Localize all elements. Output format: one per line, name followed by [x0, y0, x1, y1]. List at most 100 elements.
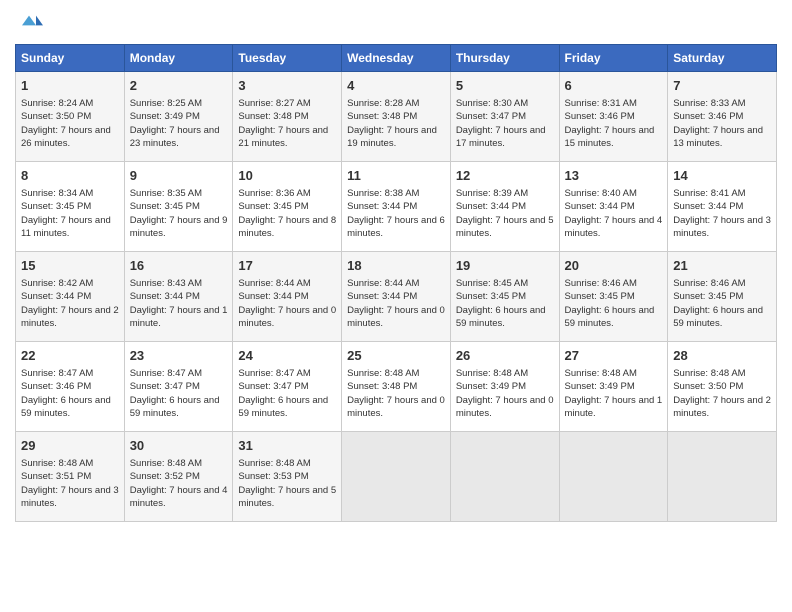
sunset: Sunset: 3:53 PM — [238, 471, 308, 482]
day-cell: 11Sunrise: 8:38 AMSunset: 3:44 PMDayligh… — [342, 162, 451, 252]
sunrise: Sunrise: 8:48 AM — [673, 368, 745, 379]
sunrise: Sunrise: 8:25 AM — [130, 98, 202, 109]
sunset: Sunset: 3:47 PM — [238, 381, 308, 392]
col-header-wednesday: Wednesday — [342, 45, 451, 72]
sunrise: Sunrise: 8:42 AM — [21, 278, 93, 289]
sunrise: Sunrise: 8:48 AM — [21, 458, 93, 469]
sunrise: Sunrise: 8:30 AM — [456, 98, 528, 109]
day-number: 22 — [21, 347, 119, 365]
day-cell: 10Sunrise: 8:36 AMSunset: 3:45 PMDayligh… — [233, 162, 342, 252]
daylight: Daylight: 6 hours and 59 minutes. — [238, 395, 328, 419]
day-number: 20 — [565, 257, 663, 275]
day-cell: 21Sunrise: 8:46 AMSunset: 3:45 PMDayligh… — [668, 252, 777, 342]
sunset: Sunset: 3:52 PM — [130, 471, 200, 482]
day-number: 18 — [347, 257, 445, 275]
week-row-3: 15 Sunrise: 8:42 AM Sunset: 3:44 PM Dayligh… — [16, 252, 777, 342]
calendar-body: 1Sunrise: 8:24 AMSunset: 3:50 PMDaylight… — [16, 72, 777, 522]
sunrise: Sunrise: 8:48 AM — [238, 458, 310, 469]
daylight: Daylight: 7 hours and 8 minutes. — [238, 215, 336, 239]
week-row-4: 22Sunrise: 8:47 AMSunset: 3:46 PMDayligh… — [16, 342, 777, 432]
day-number: 6 — [565, 77, 663, 95]
day-number: 3 — [238, 77, 336, 95]
sunrise: Sunrise: 8:46 AM — [673, 278, 745, 289]
daylight: Daylight: 7 hours and 26 minutes. — [21, 125, 111, 149]
day-cell: 3Sunrise: 8:27 AMSunset: 3:48 PMDaylight… — [233, 72, 342, 162]
day-cell: 7Sunrise: 8:33 AMSunset: 3:46 PMDaylight… — [668, 72, 777, 162]
day-cell: 27Sunrise: 8:48 AMSunset: 3:49 PMDayligh… — [559, 342, 668, 432]
sunset: Sunset: 3:45 PM — [21, 201, 91, 212]
daylight: Daylight: 7 hours and 4 minutes. — [130, 485, 228, 509]
daylight: Daylight: 7 hours and 23 minutes. — [130, 125, 220, 149]
sunrise: Sunrise: 8:27 AM — [238, 98, 310, 109]
sunset: Sunset: 3:45 PM — [238, 201, 308, 212]
day-cell: 1Sunrise: 8:24 AMSunset: 3:50 PMDaylight… — [16, 72, 125, 162]
day-cell: 19Sunrise: 8:45 AMSunset: 3:45 PMDayligh… — [450, 252, 559, 342]
sunset: Sunset: 3:44 PM — [347, 291, 417, 302]
day-number: 12 — [456, 167, 554, 185]
sunrise: Sunrise: 8:31 AM — [565, 98, 637, 109]
sunrise: Sunrise: 8:38 AM — [347, 188, 419, 199]
day-cell: 20Sunrise: 8:46 AMSunset: 3:45 PMDayligh… — [559, 252, 668, 342]
daylight: Daylight: 7 hours and 0 minutes. — [347, 395, 445, 419]
day-number: 29 — [21, 437, 119, 455]
sunset: Sunset: 3:44 PM — [238, 291, 308, 302]
col-header-sunday: Sunday — [16, 45, 125, 72]
day-cell — [559, 432, 668, 522]
daylight: Daylight: 7 hours and 3 minutes. — [673, 215, 771, 239]
sunset: Sunset: 3:49 PM — [565, 381, 635, 392]
day-cell: 14Sunrise: 8:41 AMSunset: 3:44 PMDayligh… — [668, 162, 777, 252]
daylight: Daylight: 7 hours and 1 minute. — [130, 305, 228, 329]
logo-icon — [15, 10, 43, 38]
sunrise: Sunrise: 8:43 AM — [130, 278, 202, 289]
day-number: 14 — [673, 167, 771, 185]
sunrise: Sunrise: 8:45 AM — [456, 278, 528, 289]
sunrise: Sunrise: 8:48 AM — [130, 458, 202, 469]
sunrise: Sunrise: 8:46 AM — [565, 278, 637, 289]
sunrise: Sunrise: 8:28 AM — [347, 98, 419, 109]
day-cell: 23Sunrise: 8:47 AMSunset: 3:47 PMDayligh… — [124, 342, 233, 432]
sunrise: Sunrise: 8:39 AM — [456, 188, 528, 199]
header — [15, 10, 777, 38]
day-number: 24 — [238, 347, 336, 365]
sunrise: Sunrise: 8:48 AM — [347, 368, 419, 379]
daylight: Daylight: 7 hours and 0 minutes. — [456, 395, 554, 419]
col-header-thursday: Thursday — [450, 45, 559, 72]
day-cell: 18Sunrise: 8:44 AMSunset: 3:44 PMDayligh… — [342, 252, 451, 342]
col-header-tuesday: Tuesday — [233, 45, 342, 72]
sunset: Sunset: 3:49 PM — [130, 111, 200, 122]
sunset: Sunset: 3:46 PM — [673, 111, 743, 122]
day-number: 9 — [130, 167, 228, 185]
day-number: 2 — [130, 77, 228, 95]
day-cell: 22Sunrise: 8:47 AMSunset: 3:46 PMDayligh… — [16, 342, 125, 432]
day-number: 30 — [130, 437, 228, 455]
daylight: Daylight: 7 hours and 17 minutes. — [456, 125, 546, 149]
daylight: Daylight: 7 hours and 15 minutes. — [565, 125, 655, 149]
day-number: 15 — [21, 257, 119, 275]
day-number: 27 — [565, 347, 663, 365]
sunrise: Sunrise: 8:33 AM — [673, 98, 745, 109]
sunset: Sunset: 3:50 PM — [673, 381, 743, 392]
sunset: Sunset: 3:44 PM — [347, 201, 417, 212]
day-cell: 26Sunrise: 8:48 AMSunset: 3:49 PMDayligh… — [450, 342, 559, 432]
day-number: 16 — [130, 257, 228, 275]
sunrise: Sunrise: 8:44 AM — [347, 278, 419, 289]
calendar-header-row: SundayMondayTuesdayWednesdayThursdayFrid… — [16, 45, 777, 72]
day-cell: 8Sunrise: 8:34 AMSunset: 3:45 PMDaylight… — [16, 162, 125, 252]
day-number: 28 — [673, 347, 771, 365]
sunset: Sunset: 3:44 PM — [130, 291, 200, 302]
day-cell: 9Sunrise: 8:35 AMSunset: 3:45 PMDaylight… — [124, 162, 233, 252]
day-cell: 24Sunrise: 8:47 AMSunset: 3:47 PMDayligh… — [233, 342, 342, 432]
daylight: Daylight: 7 hours and 2 minutes. — [673, 395, 771, 419]
daylight: Daylight: 7 hours and 13 minutes. — [673, 125, 763, 149]
sunset: Sunset: 3:48 PM — [238, 111, 308, 122]
day-number: 5 — [456, 77, 554, 95]
sunset: Sunset: 3:44 PM — [673, 201, 743, 212]
sunset: Sunset: 3:50 PM — [21, 111, 91, 122]
day-cell: 16 Sunrise: 8:43 AM Sunset: 3:44 PM Dayligh… — [124, 252, 233, 342]
day-cell — [668, 432, 777, 522]
day-number: 4 — [347, 77, 445, 95]
day-number: 21 — [673, 257, 771, 275]
sunrise: Sunrise: 8:35 AM — [130, 188, 202, 199]
day-cell: 28 Sunrise: 8:48 AM Sunset: 3:50 PM Dayligh… — [668, 342, 777, 432]
daylight: Daylight: 7 hours and 5 minutes. — [238, 485, 336, 509]
